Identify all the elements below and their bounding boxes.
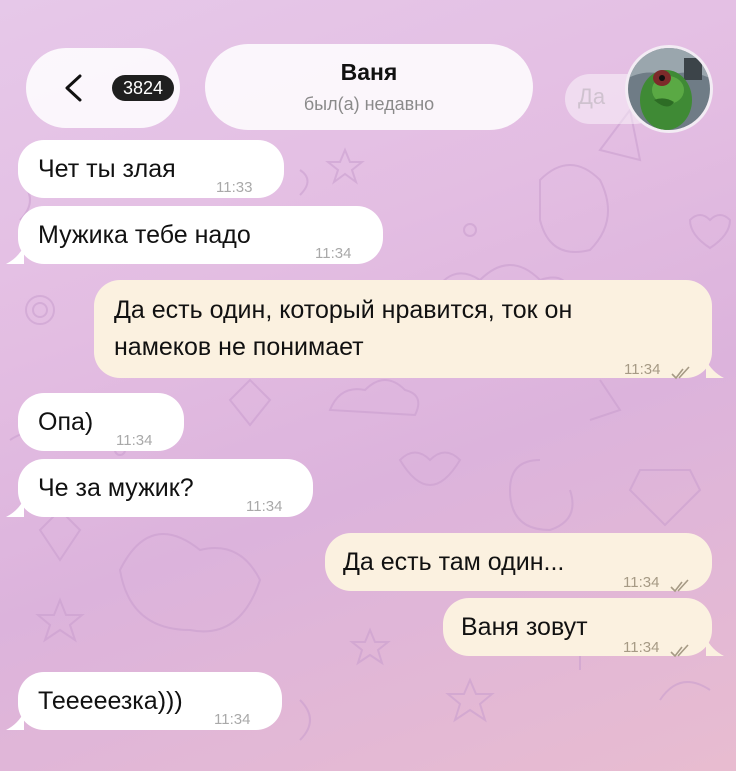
message-text: Ваня зовут <box>461 613 588 641</box>
message-bubble-incoming[interactable]: Чет ты злая 11:33 <box>18 140 284 198</box>
bubble-tail <box>6 499 24 517</box>
message-text: Мужика тебе надо <box>38 221 251 249</box>
message-bubble-outgoing[interactable]: Ваня зовут 11:34 <box>443 598 712 658</box>
unread-count-badge: 3824 <box>112 75 174 101</box>
message-bubble-incoming[interactable]: Опа) 11:34 <box>18 393 184 451</box>
contact-name: Ваня <box>340 59 398 85</box>
message-time: 11:34 <box>623 639 660 656</box>
contact-status: был(а) недавно <box>303 94 435 114</box>
message-bubble-outgoing[interactable]: Да есть там один... 11:34 <box>325 533 712 593</box>
message-bubble-outgoing[interactable]: Да есть один, который нравится, ток он н… <box>94 280 712 380</box>
message-time: 11:34 <box>623 574 660 591</box>
message-time: 11:34 <box>624 361 661 378</box>
message-text: Да есть там один... <box>343 548 565 576</box>
message-text: Тееееезка))) <box>38 687 183 715</box>
message-text: Чет ты злая <box>38 155 176 183</box>
chat-screen: 3824 Ваня был(а) недавно Да Чет ты злая … <box>0 0 736 771</box>
message-time: 11:34 <box>214 711 251 728</box>
message-text: Че за мужик? <box>38 474 194 502</box>
message-bubble-incoming[interactable]: Мужика тебе надо 11:34 <box>18 206 383 264</box>
bubble-tail <box>6 246 24 264</box>
message-text-line: Да есть один, который нравится, ток он <box>114 296 573 324</box>
ghost-text: Да <box>578 84 606 109</box>
bubble-tail <box>706 360 724 378</box>
bubble-tail <box>706 638 724 656</box>
chevron-left-icon <box>62 74 84 102</box>
message-bubble-incoming[interactable]: Че за мужик? 11:34 <box>18 459 313 517</box>
chat-title[interactable]: Ваня был(а) недавно <box>205 44 533 130</box>
message-time: 11:34 <box>116 432 153 449</box>
message-time: 11:34 <box>315 245 352 262</box>
message-time: 11:33 <box>216 179 253 196</box>
read-checkmarks-icon <box>670 632 692 658</box>
message-text: Опа) <box>38 408 94 436</box>
back-button[interactable]: 3824 <box>26 48 180 128</box>
message-bubble-incoming[interactable]: Тееееезка))) 11:34 <box>18 672 282 730</box>
parrot-avatar-icon <box>628 48 710 130</box>
read-checkmarks-icon <box>671 354 693 380</box>
bubble-tail <box>6 712 24 730</box>
read-checkmarks-icon <box>670 567 692 593</box>
message-time: 11:34 <box>246 498 283 515</box>
avatar[interactable] <box>625 45 713 133</box>
message-text-line: намеков не понимает <box>114 333 364 361</box>
